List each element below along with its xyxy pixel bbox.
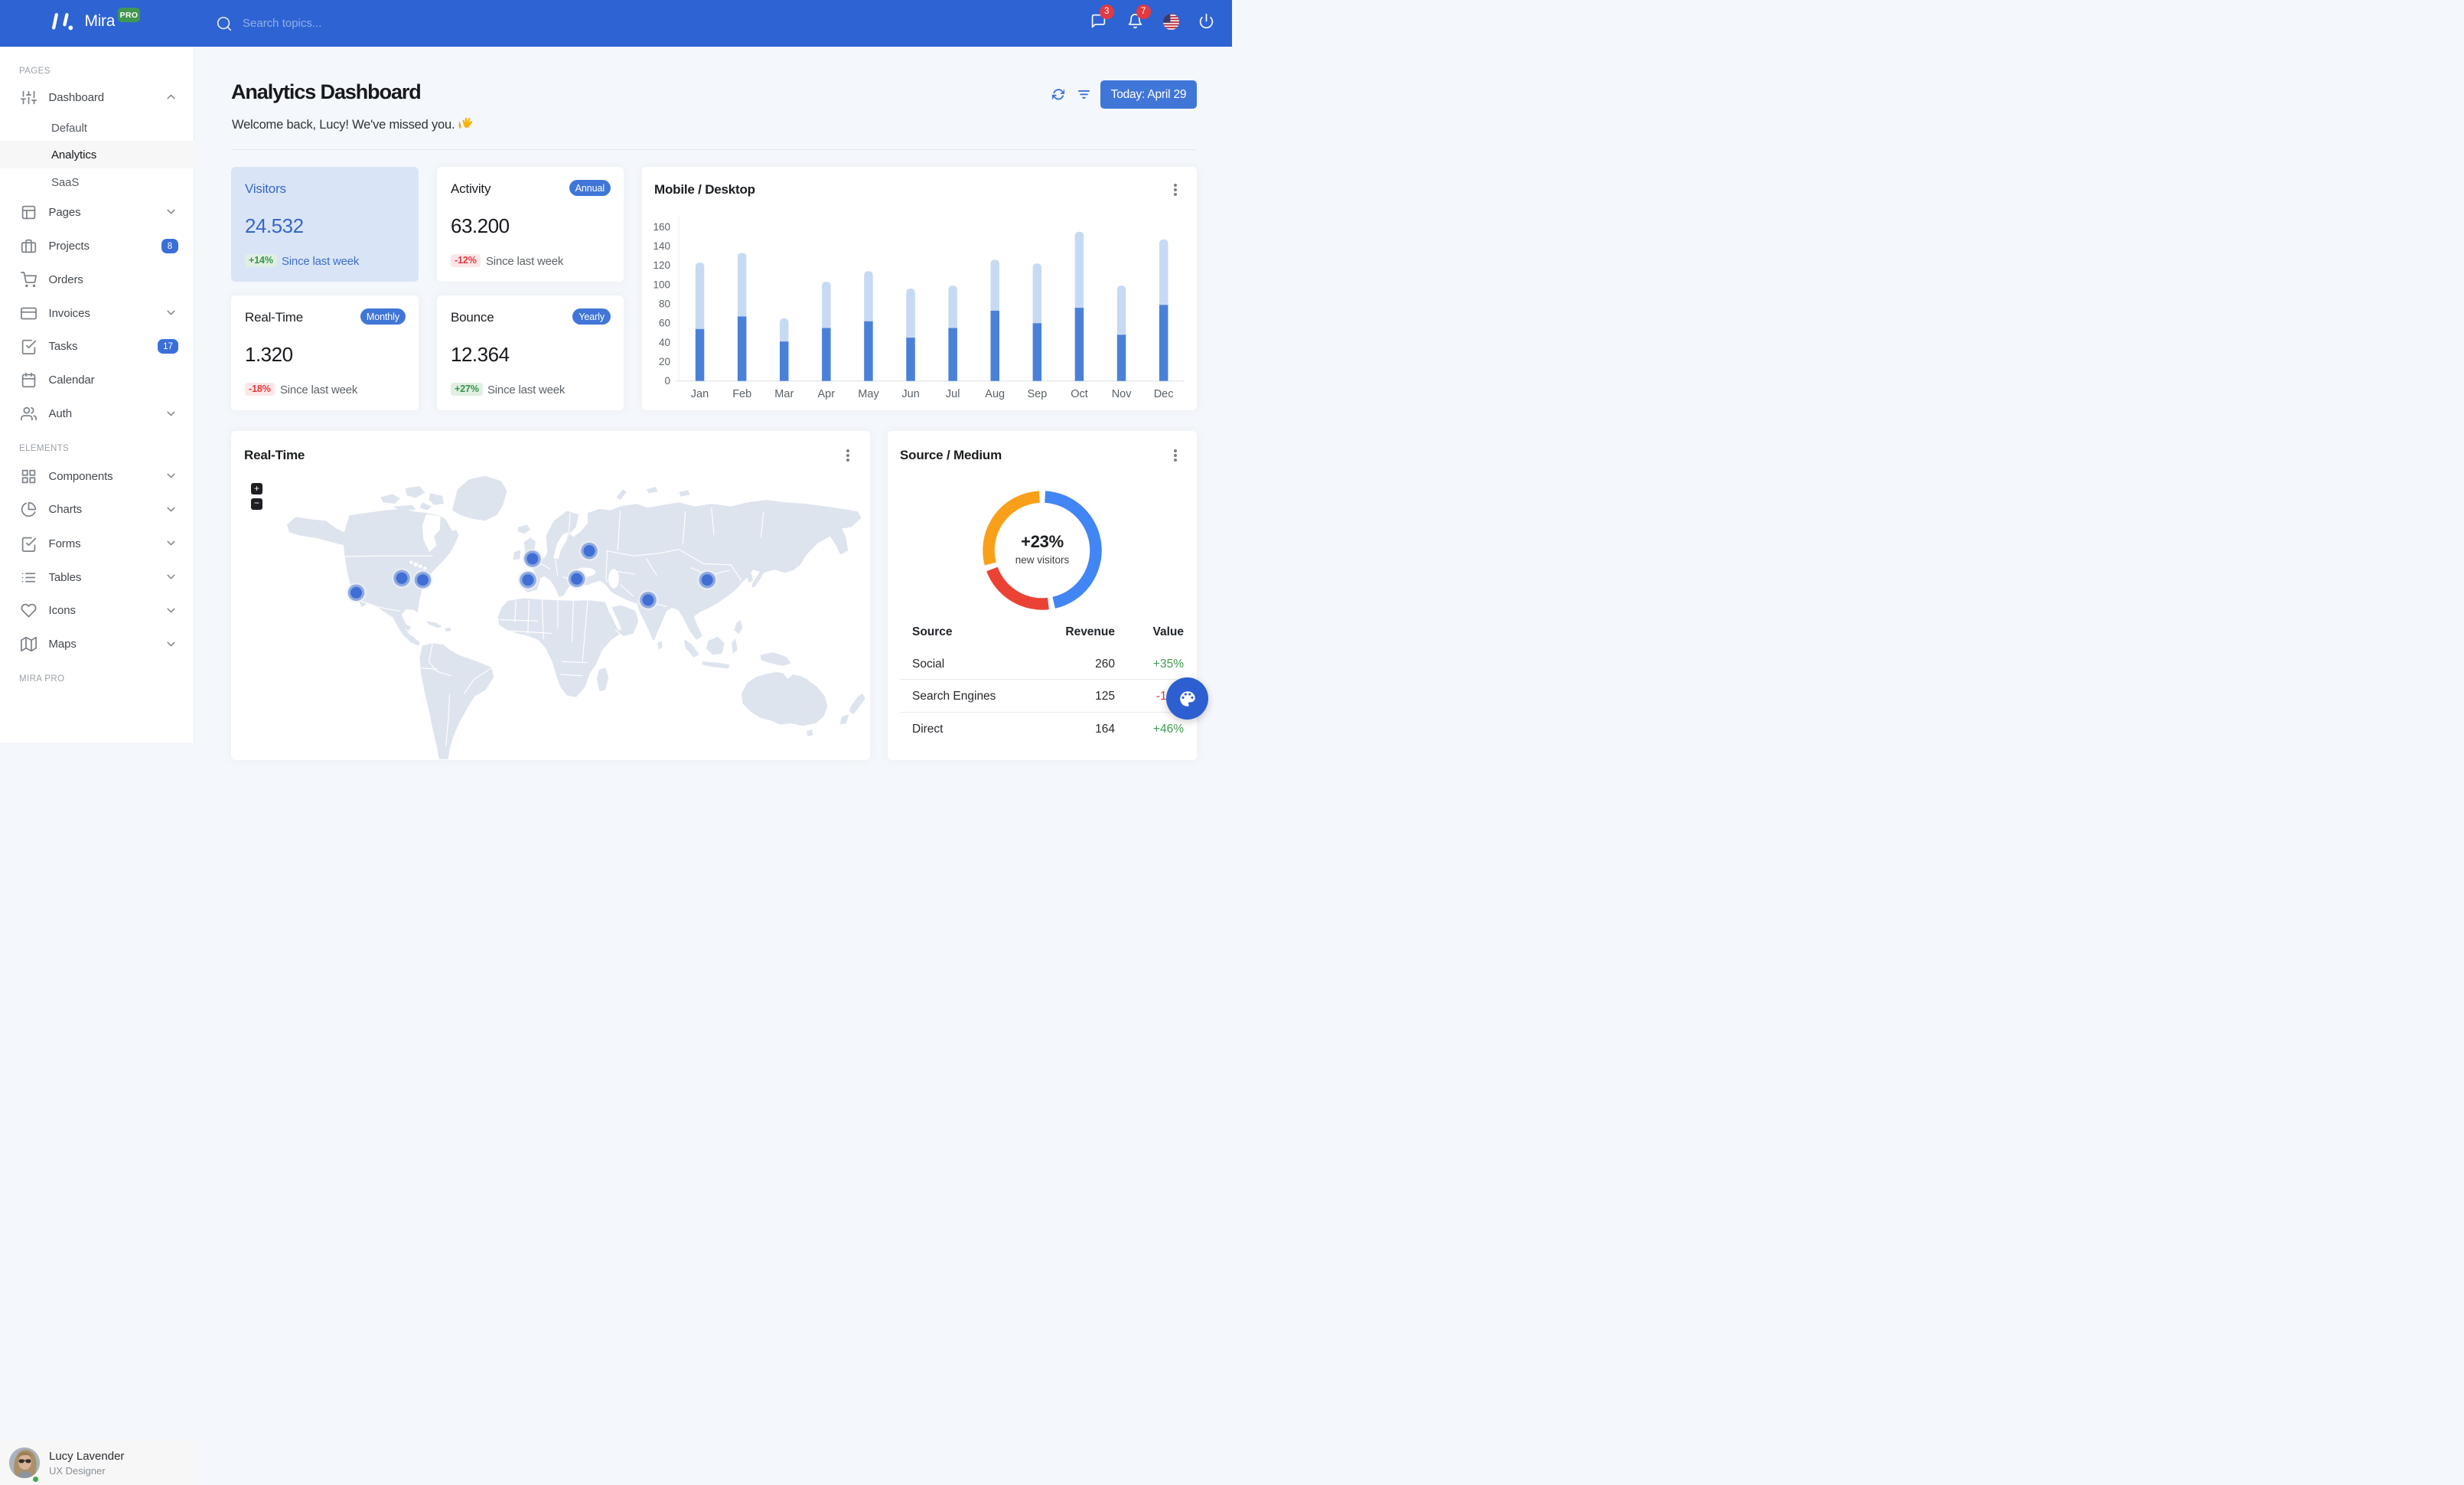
svg-text:May: May	[858, 388, 879, 400]
svg-text:Jan: Jan	[691, 388, 709, 400]
svg-text:Apr: Apr	[818, 388, 836, 400]
svg-text:Sep: Sep	[1027, 388, 1047, 400]
svg-text:20: 20	[659, 356, 670, 367]
svg-text:40: 40	[659, 337, 670, 348]
svg-text:0: 0	[664, 375, 670, 387]
svg-text:Aug: Aug	[985, 388, 1005, 400]
svg-text:160: 160	[653, 221, 670, 233]
svg-text:140: 140	[653, 240, 670, 252]
svg-text:Oct: Oct	[1071, 388, 1088, 400]
svg-text:Feb: Feb	[732, 388, 751, 400]
svg-text:120: 120	[653, 259, 670, 271]
svg-text:Jul: Jul	[946, 388, 960, 400]
svg-text:Dec: Dec	[1154, 388, 1174, 400]
svg-text:Mar: Mar	[774, 388, 794, 400]
svg-text:Jun: Jun	[901, 388, 919, 400]
svg-text:100: 100	[653, 279, 670, 290]
svg-text:Nov: Nov	[1112, 388, 1133, 400]
svg-text:60: 60	[659, 318, 670, 329]
svg-text:80: 80	[659, 299, 670, 310]
